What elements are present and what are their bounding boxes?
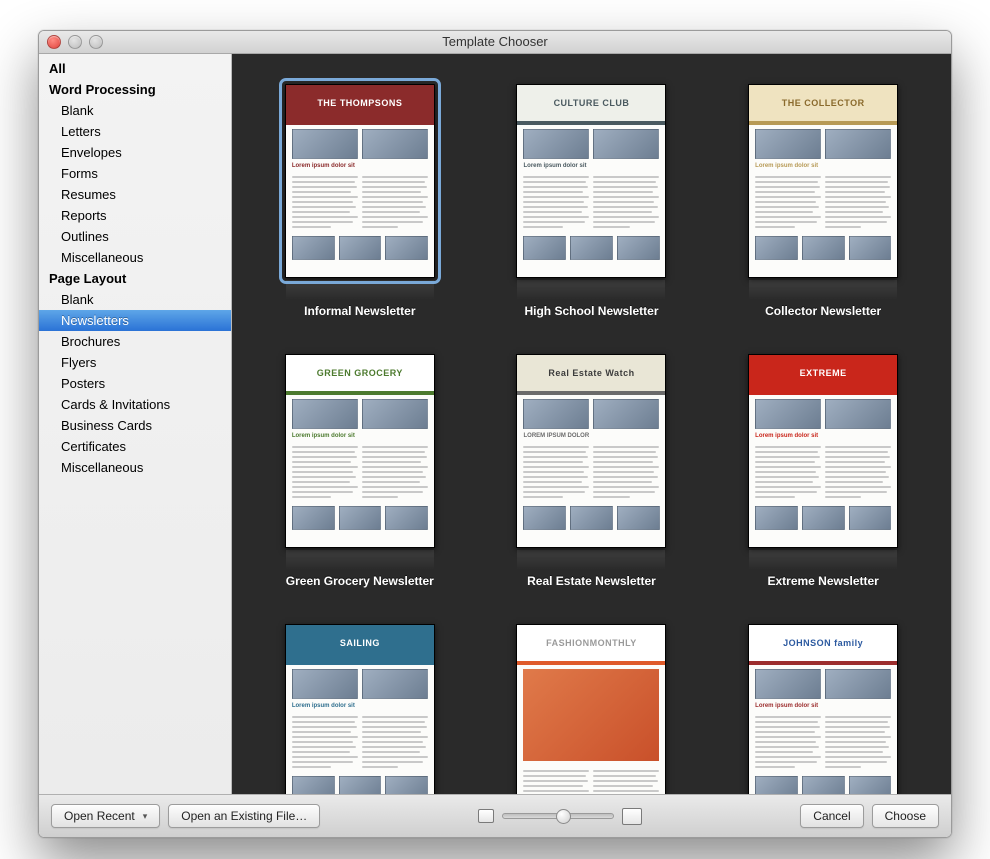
thumbnail-size-slider[interactable]	[502, 813, 614, 819]
open-recent-button[interactable]: Open Recent ▾	[51, 804, 160, 828]
category-sidebar: AllWord ProcessingBlankLettersEnvelopesF…	[39, 54, 232, 794]
template-thumbnail[interactable]: EXTREMELorem ipsum dolor sit	[748, 354, 898, 548]
cancel-label: Cancel	[813, 809, 850, 823]
template-caption: Real Estate Newsletter	[527, 574, 656, 588]
sidebar-group-all[interactable]: All	[39, 58, 231, 79]
template-grid-area[interactable]: THE THOMPSONSLorem ipsum dolor sit Inform…	[232, 54, 951, 794]
zoom-icon[interactable]	[89, 35, 103, 49]
template-extreme-newsletter[interactable]: EXTREMELorem ipsum dolor sit Extreme News…	[731, 354, 915, 588]
template-thumbnail[interactable]: FASHIONMONTHLY	[516, 624, 666, 794]
sidebar-item-blank[interactable]: Blank	[39, 289, 231, 310]
template-caption: Extreme Newsletter	[767, 574, 878, 588]
sidebar-item-blank[interactable]: Blank	[39, 100, 231, 121]
template-thumbnail[interactable]: JOHNSON familyLorem ipsum dolor sit	[748, 624, 898, 794]
template-thumbnail[interactable]: SAILINGLorem ipsum dolor sit	[285, 624, 435, 794]
template-family-newsletter[interactable]: JOHNSON familyLorem ipsum dolor sitFamil…	[731, 624, 915, 794]
sidebar-item-letters[interactable]: Letters	[39, 121, 231, 142]
thumbnail-reflection	[517, 550, 665, 570]
template-caption: Informal Newsletter	[304, 304, 415, 318]
large-thumb-icon[interactable]	[622, 808, 642, 825]
small-thumb-icon[interactable]	[478, 809, 494, 823]
thumbnail-reflection	[749, 550, 897, 570]
open-existing-label: Open an Existing File…	[181, 809, 307, 823]
thumbnail-reflection	[749, 280, 897, 300]
thumbnail-reflection	[286, 550, 434, 570]
sidebar-item-brochures[interactable]: Brochures	[39, 331, 231, 352]
choose-label: Choose	[885, 809, 926, 823]
template-chooser-window: Template Chooser AllWord ProcessingBlank…	[38, 30, 952, 838]
template-grid: THE THOMPSONSLorem ipsum dolor sit Inform…	[232, 54, 951, 794]
sidebar-item-posters[interactable]: Posters	[39, 373, 231, 394]
choose-button[interactable]: Choose	[872, 804, 939, 828]
sidebar-item-flyers[interactable]: Flyers	[39, 352, 231, 373]
template-thumbnail[interactable]: GREEN GROCERYLorem ipsum dolor sit	[285, 354, 435, 548]
sidebar-group-word-processing[interactable]: Word Processing	[39, 79, 231, 100]
sidebar-item-outlines[interactable]: Outlines	[39, 226, 231, 247]
template-real-estate-newsletter[interactable]: Real Estate WatchLOREM IPSUM DOLOR Real E…	[500, 354, 684, 588]
sidebar-item-certificates[interactable]: Certificates	[39, 436, 231, 457]
template-caption: High School Newsletter	[524, 304, 658, 318]
template-thumbnail[interactable]: THE THOMPSONSLorem ipsum dolor sit	[285, 84, 435, 278]
close-icon[interactable]	[47, 35, 61, 49]
sidebar-item-business-cards[interactable]: Business Cards	[39, 415, 231, 436]
template-modern-newsletter[interactable]: FASHIONMONTHLYModern Newsletter	[500, 624, 684, 794]
open-existing-file-button[interactable]: Open an Existing File…	[168, 804, 320, 828]
window-body: AllWord ProcessingBlankLettersEnvelopesF…	[39, 54, 951, 794]
traffic-lights	[47, 35, 103, 49]
template-thumbnail[interactable]: CULTURE CLUBLorem ipsum dolor sit	[516, 84, 666, 278]
sidebar-item-envelopes[interactable]: Envelopes	[39, 142, 231, 163]
slider-knob[interactable]	[556, 809, 571, 824]
sidebar-group-page-layout[interactable]: Page Layout	[39, 268, 231, 289]
sidebar-item-miscellaneous[interactable]: Miscellaneous	[39, 457, 231, 478]
sidebar-item-reports[interactable]: Reports	[39, 205, 231, 226]
dropdown-triangle-icon: ▾	[143, 811, 148, 822]
template-high-school-newsletter[interactable]: CULTURE CLUBLorem ipsum dolor sit High Sc…	[500, 84, 684, 318]
template-sailing-newsletter[interactable]: SAILINGLorem ipsum dolor sitSailing News…	[268, 624, 452, 794]
open-recent-label: Open Recent	[64, 809, 135, 823]
cancel-button[interactable]: Cancel	[800, 804, 863, 828]
template-caption: Collector Newsletter	[765, 304, 881, 318]
window-title: Template Chooser	[442, 34, 548, 49]
template-caption: Green Grocery Newsletter	[286, 574, 434, 588]
thumbnail-reflection	[517, 280, 665, 300]
sidebar-item-cards-invitations[interactable]: Cards & Invitations	[39, 394, 231, 415]
template-thumbnail[interactable]: THE COLLECTORLorem ipsum dolor sit	[748, 84, 898, 278]
template-informal-newsletter[interactable]: THE THOMPSONSLorem ipsum dolor sit Inform…	[268, 84, 452, 318]
minimize-icon[interactable]	[68, 35, 82, 49]
template-thumbnail[interactable]: Real Estate WatchLOREM IPSUM DOLOR	[516, 354, 666, 548]
bottom-toolbar: Open Recent ▾ Open an Existing File… Can…	[39, 794, 951, 837]
sidebar-item-forms[interactable]: Forms	[39, 163, 231, 184]
thumbnail-size-control	[478, 808, 642, 825]
thumbnail-reflection	[286, 280, 434, 300]
template-green-grocery-newsletter[interactable]: GREEN GROCERYLorem ipsum dolor sit Green …	[268, 354, 452, 588]
titlebar: Template Chooser	[39, 31, 951, 54]
sidebar-item-miscellaneous[interactable]: Miscellaneous	[39, 247, 231, 268]
sidebar-item-resumes[interactable]: Resumes	[39, 184, 231, 205]
sidebar-item-newsletters[interactable]: Newsletters	[39, 310, 231, 331]
template-collector-newsletter[interactable]: THE COLLECTORLorem ipsum dolor sit Collec…	[731, 84, 915, 318]
